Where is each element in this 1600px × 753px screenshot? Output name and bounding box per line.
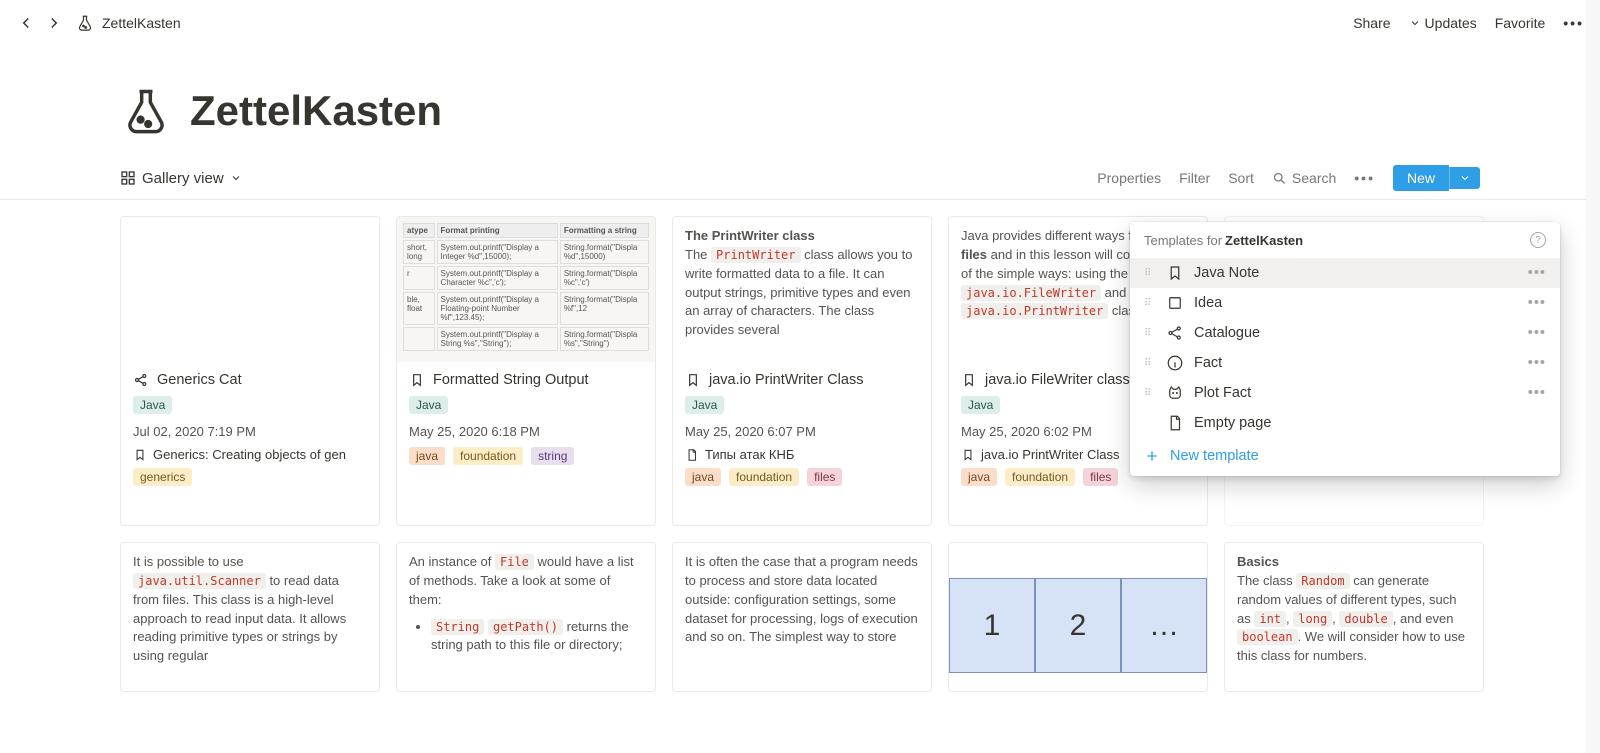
- array-preview: 1 2 …: [949, 563, 1207, 688]
- drag-handle-icon[interactable]: ⠿: [1144, 388, 1156, 399]
- search-button[interactable]: Search: [1272, 170, 1336, 186]
- page-icon: [1166, 414, 1184, 432]
- gallery-card[interactable]: Basics The class Random can generate ran…: [1224, 542, 1484, 692]
- gallery-card[interactable]: atypeFormat printingFormatting a string …: [396, 216, 656, 526]
- lang-tag: Java: [961, 396, 1000, 414]
- templates-popup: Templates for ZettelKasten ? ⠿ Java Note •…: [1130, 222, 1560, 476]
- template-item-label: Idea: [1194, 295, 1518, 311]
- database-view-bar: Gallery view Properties Filter Sort Sear…: [0, 137, 1600, 200]
- template-empty-page[interactable]: ⠿ Empty page: [1130, 408, 1560, 438]
- gallery-card[interactable]: 1 2 …: [948, 542, 1208, 692]
- gallery-card[interactable]: It is often the case that a program need…: [672, 542, 932, 692]
- top-bar: ZettelKasten Share Updates Favorite •••: [0, 0, 1600, 45]
- tag: files: [807, 468, 842, 486]
- gallery-card[interactable]: The PrintWriter class The PrintWriter cl…: [672, 216, 932, 526]
- page-header: ZettelKasten: [0, 45, 1600, 137]
- template-item-more[interactable]: •••: [1528, 355, 1546, 371]
- share-nodes-icon: [1166, 324, 1184, 342]
- gallery-card[interactable]: Generics Cat Java Jul 02, 2020 7:19 PM G…: [120, 216, 380, 526]
- page-icon-flask[interactable]: [120, 85, 172, 137]
- bookmark-icon: [133, 448, 147, 462]
- info-icon: [1166, 354, 1184, 372]
- bookmark-icon: [1166, 264, 1184, 282]
- popup-header: Templates for ZettelKasten ?: [1130, 222, 1560, 258]
- card-title: java.io PrintWriter Class: [709, 372, 863, 388]
- tag: java: [409, 447, 445, 465]
- card-title: Generics Cat: [157, 372, 242, 388]
- tag: foundation: [1005, 468, 1075, 486]
- card-relation: Generics: Creating objects of gen: [133, 447, 367, 462]
- template-item-label: Catalogue: [1194, 325, 1518, 341]
- gallery-card[interactable]: An instance of File would have a list of…: [396, 542, 656, 692]
- tag: java: [961, 468, 997, 486]
- page-title[interactable]: ZettelKasten: [190, 87, 442, 135]
- tag: files: [1083, 468, 1118, 486]
- lang-tag: Java: [685, 396, 724, 414]
- lang-tag: Java: [409, 396, 448, 414]
- new-dropdown-button[interactable]: [1449, 167, 1480, 189]
- card-title: java.io FileWriter class: [985, 372, 1130, 388]
- share-button[interactable]: Share: [1353, 15, 1390, 31]
- tag: string: [531, 447, 574, 465]
- view-more-button[interactable]: •••: [1354, 170, 1375, 186]
- card-date: May 25, 2020 6:18 PM: [409, 424, 643, 439]
- updates-button[interactable]: Updates: [1409, 15, 1477, 31]
- template-item[interactable]: ⠿ Plot Fact •••: [1130, 378, 1560, 408]
- preview-table: atypeFormat printingFormatting a string …: [401, 221, 651, 353]
- favorite-button[interactable]: Favorite: [1495, 15, 1546, 31]
- template-item-label: Java Note: [1194, 265, 1518, 281]
- card-date: May 25, 2020 6:07 PM: [685, 424, 919, 439]
- breadcrumb[interactable]: ZettelKasten: [76, 14, 181, 32]
- template-item-label: Fact: [1194, 355, 1518, 371]
- card-date: Jul 02, 2020 7:19 PM: [133, 424, 367, 439]
- help-icon[interactable]: ?: [1530, 232, 1546, 248]
- properties-button[interactable]: Properties: [1097, 170, 1161, 186]
- bookmark-icon: [685, 372, 701, 388]
- share-nodes-icon: [133, 372, 149, 388]
- note-icon: [1166, 294, 1184, 312]
- chevron-down-icon: [230, 172, 242, 184]
- drag-handle-icon[interactable]: ⠿: [1144, 328, 1156, 339]
- template-item[interactable]: ⠿ Catalogue •••: [1130, 318, 1560, 348]
- tag: foundation: [729, 468, 799, 486]
- template-item[interactable]: ⠿ Idea •••: [1130, 288, 1560, 318]
- drag-handle-icon[interactable]: ⠿: [1144, 358, 1156, 369]
- flask-icon: [76, 14, 94, 32]
- bookmark-icon: [961, 448, 975, 462]
- gallery-card[interactable]: It is possible to use java.util.Scanner …: [120, 542, 380, 692]
- back-button[interactable]: [16, 13, 36, 33]
- tag: java: [685, 468, 721, 486]
- card-relation: Типы атак КНБ: [685, 447, 919, 462]
- template-item-more[interactable]: •••: [1528, 385, 1546, 401]
- view-select[interactable]: Gallery view: [120, 170, 242, 187]
- bookmark-icon: [961, 372, 977, 388]
- new-button[interactable]: New: [1393, 165, 1449, 191]
- drag-handle-icon[interactable]: ⠿: [1144, 298, 1156, 309]
- lang-tag: Java: [133, 396, 172, 414]
- drag-handle-icon[interactable]: ⠿: [1144, 268, 1156, 279]
- plus-icon: [1144, 448, 1160, 464]
- template-item-more[interactable]: •••: [1528, 325, 1546, 341]
- filter-button[interactable]: Filter: [1179, 170, 1210, 186]
- breadcrumb-label: ZettelKasten: [102, 15, 181, 31]
- gallery-icon: [120, 170, 136, 186]
- cat-icon: [1166, 384, 1184, 402]
- chevron-down-icon: [1459, 172, 1471, 184]
- tag: generics: [133, 468, 192, 486]
- template-item-label: Plot Fact: [1194, 385, 1518, 401]
- bookmark-icon: [409, 372, 425, 388]
- template-item-more[interactable]: •••: [1528, 295, 1546, 311]
- template-item[interactable]: ⠿ Java Note •••: [1130, 258, 1560, 288]
- page-icon: [685, 448, 699, 462]
- new-template-button[interactable]: New template: [1144, 448, 1546, 464]
- tag: foundation: [453, 447, 523, 465]
- forward-button[interactable]: [44, 13, 64, 33]
- scrollbar[interactable]: [1586, 0, 1600, 753]
- more-menu-button[interactable]: •••: [1563, 15, 1584, 31]
- card-title: Formatted String Output: [433, 372, 589, 388]
- template-item-more[interactable]: •••: [1528, 265, 1546, 281]
- search-icon: [1272, 171, 1287, 186]
- sort-button[interactable]: Sort: [1228, 170, 1254, 186]
- template-item[interactable]: ⠿ Fact •••: [1130, 348, 1560, 378]
